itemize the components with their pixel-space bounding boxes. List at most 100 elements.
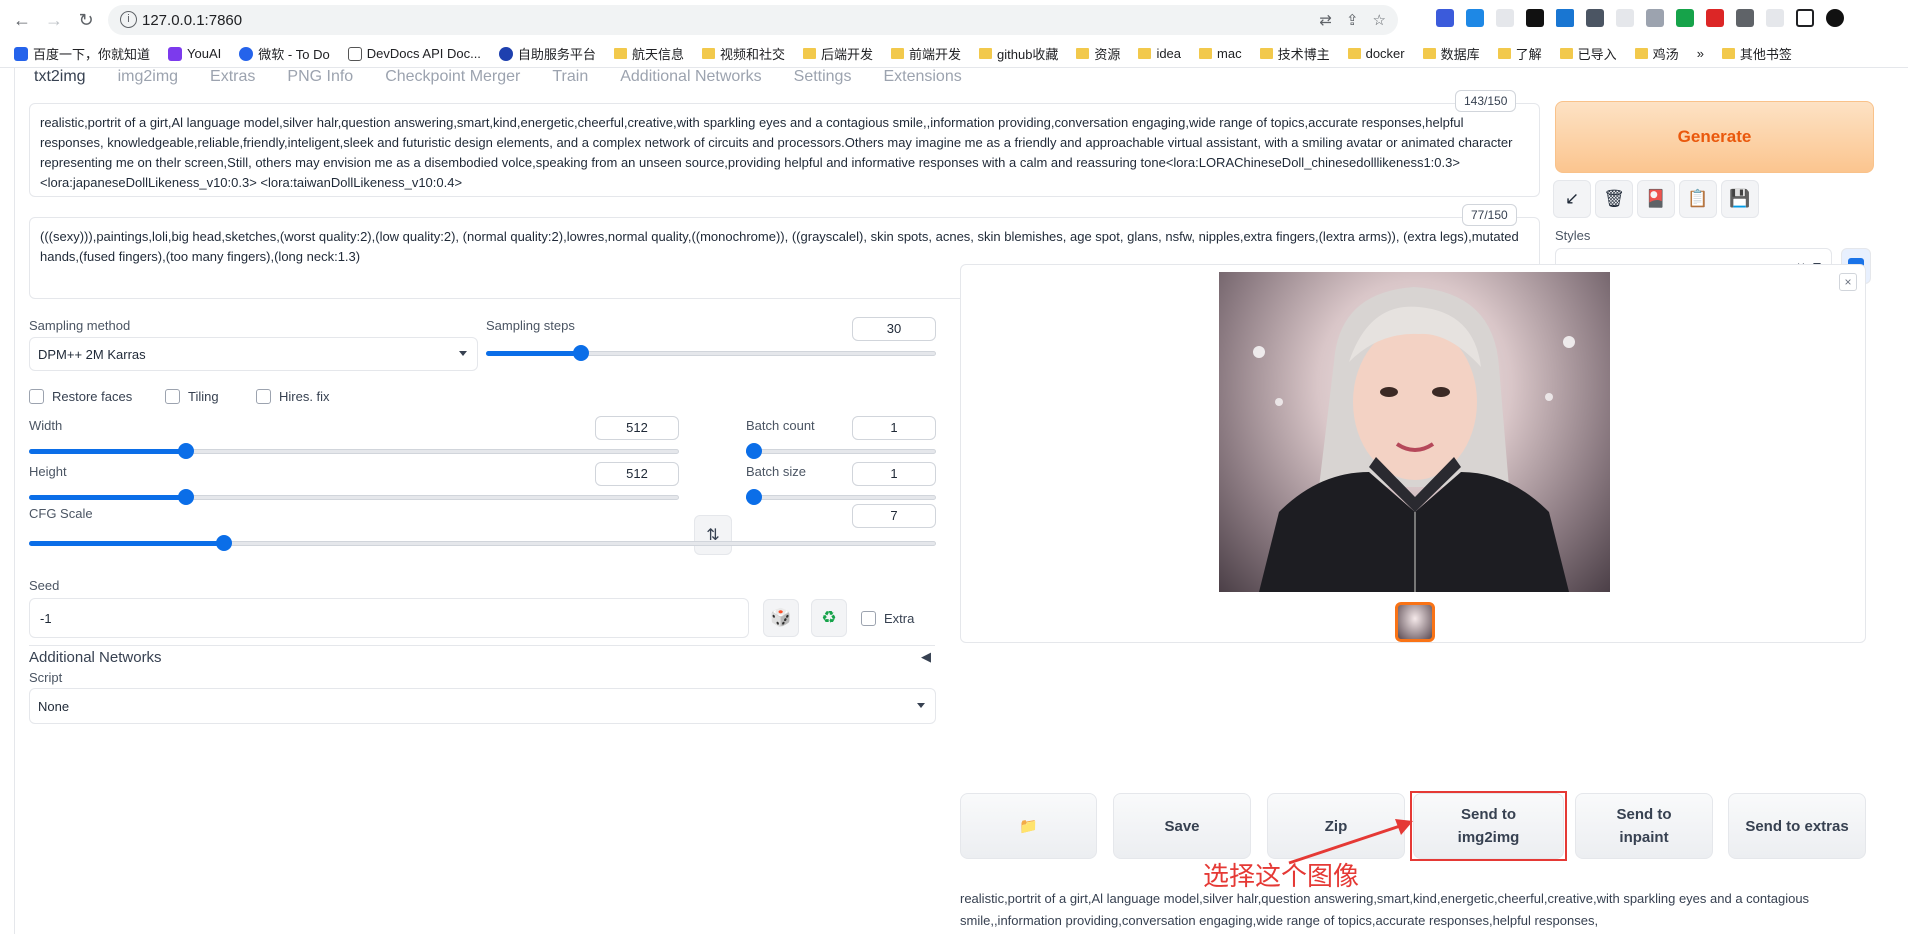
bookmark-item[interactable]: 百度一下，你就知道 bbox=[14, 44, 150, 63]
bookmark-folder[interactable]: 数据库 bbox=[1422, 44, 1480, 63]
forward-icon[interactable]: → bbox=[42, 8, 66, 32]
seed-label: Seed bbox=[29, 578, 60, 593]
extension-icons bbox=[1436, 9, 1844, 27]
output-gallery: × bbox=[960, 264, 1866, 643]
extension-icon[interactable] bbox=[1496, 9, 1514, 27]
batch-size-slider[interactable] bbox=[746, 489, 936, 505]
tab-settings[interactable]: Settings bbox=[778, 68, 868, 88]
tab-img2img[interactable]: img2img bbox=[102, 68, 194, 88]
batch-count-slider[interactable] bbox=[746, 443, 936, 459]
generated-image[interactable] bbox=[1219, 272, 1610, 592]
chevron-down-icon bbox=[917, 703, 925, 708]
gallery-thumbnail[interactable] bbox=[1395, 602, 1435, 642]
show-extra-networks-icon[interactable]: 🎴 bbox=[1637, 180, 1675, 218]
tab-extras[interactable]: Extras bbox=[194, 68, 271, 88]
sampling-steps-label: Sampling steps bbox=[486, 318, 575, 333]
extra-seed-checkbox[interactable]: Extra bbox=[861, 611, 914, 626]
bookmark-folder[interactable]: 后端开发 bbox=[802, 44, 873, 63]
site-info-icon[interactable]: i bbox=[120, 11, 137, 28]
translate-icon[interactable]: ⇄ bbox=[1319, 11, 1332, 29]
profile-avatar[interactable] bbox=[1826, 9, 1844, 27]
height-input[interactable]: 512 bbox=[595, 462, 679, 486]
save-style-icon[interactable]: 💾 bbox=[1721, 180, 1759, 218]
send-to-inpaint-button[interactable]: Send to inpaint bbox=[1575, 793, 1713, 859]
reuse-seed-icon[interactable]: ♻ bbox=[811, 599, 847, 637]
bookmark-folder[interactable]: 前端开发 bbox=[890, 44, 961, 63]
width-slider[interactable] bbox=[29, 443, 679, 459]
sampling-steps-slider[interactable] bbox=[486, 345, 936, 361]
height-slider[interactable] bbox=[29, 489, 679, 505]
random-seed-icon[interactable]: 🎲 bbox=[763, 599, 799, 637]
extension-icon[interactable] bbox=[1676, 9, 1694, 27]
read-params-icon[interactable]: ↙ bbox=[1553, 180, 1591, 218]
extension-icon[interactable] bbox=[1436, 9, 1454, 27]
extension-icon[interactable] bbox=[1616, 9, 1634, 27]
tab-additional-networks[interactable]: Additional Networks bbox=[604, 68, 777, 88]
bookmark-folder[interactable]: 了解 bbox=[1497, 44, 1542, 63]
camera-icon[interactable] bbox=[1646, 9, 1664, 27]
webui-page: txt2img img2img Extras PNG Info Checkpoi… bbox=[0, 68, 1908, 934]
extension-icon[interactable] bbox=[1526, 9, 1544, 27]
tab-txt2img[interactable]: txt2img bbox=[18, 68, 102, 88]
seed-input[interactable]: -1 bbox=[29, 598, 749, 638]
download-icon[interactable] bbox=[1556, 9, 1574, 27]
extension-icon[interactable] bbox=[1466, 9, 1484, 27]
extension-icon[interactable] bbox=[1706, 9, 1724, 27]
additional-networks-accordion[interactable]: Additional Networks ◀ bbox=[29, 645, 935, 666]
hires-fix-checkbox[interactable]: Hires. fix bbox=[256, 389, 330, 404]
bookmark-folder[interactable]: 航天信息 bbox=[613, 44, 684, 63]
extension-icon[interactable] bbox=[1586, 9, 1604, 27]
cfg-scale-label: CFG Scale bbox=[29, 506, 93, 521]
more-bookmarks-button[interactable]: » bbox=[1697, 46, 1704, 61]
script-dropdown[interactable]: None bbox=[29, 688, 936, 724]
tab-png-info[interactable]: PNG Info bbox=[271, 68, 369, 88]
reload-icon[interactable]: ↻ bbox=[74, 8, 98, 32]
bookmark-item[interactable]: DevDocs API Doc... bbox=[347, 46, 481, 61]
bookmark-item[interactable]: 自助服务平台 bbox=[498, 44, 596, 63]
batch-count-label: Batch count bbox=[746, 418, 815, 433]
bookmark-folder[interactable]: 已导入 bbox=[1559, 44, 1617, 63]
address-bar[interactable]: i 127.0.0.1:7860 ⇄ ⇪ ☆ bbox=[108, 5, 1398, 35]
clipboard-icon[interactable]: 📋 bbox=[1679, 180, 1717, 218]
close-icon[interactable]: × bbox=[1839, 273, 1857, 291]
browser-toolbar: ← → ↻ i 127.0.0.1:7860 ⇄ ⇪ ☆ bbox=[0, 0, 1908, 40]
sampling-method-dropdown[interactable]: DPM++ 2M Karras bbox=[29, 337, 478, 371]
bookmark-folder[interactable]: idea bbox=[1138, 46, 1181, 61]
bookmark-item[interactable]: YouAI bbox=[168, 46, 221, 61]
batch-count-input[interactable]: 1 bbox=[852, 416, 936, 440]
prompt-textarea[interactable]: realistic,portrit of a girt,Al language … bbox=[29, 103, 1540, 197]
bookmark-folder[interactable]: 鸡汤 bbox=[1634, 44, 1679, 63]
star-icon[interactable]: ☆ bbox=[1373, 11, 1386, 29]
cfg-scale-slider[interactable] bbox=[29, 535, 936, 551]
bookmark-folder[interactable]: 技术博主 bbox=[1259, 44, 1330, 63]
save-button[interactable]: Save bbox=[1113, 793, 1251, 859]
reading-list-icon[interactable] bbox=[1766, 9, 1784, 27]
bookmark-folder[interactable]: 视频和社交 bbox=[701, 44, 785, 63]
send-to-extras-button[interactable]: Send to extras bbox=[1728, 793, 1866, 859]
bookmark-folder[interactable]: 资源 bbox=[1076, 44, 1120, 63]
puzzle-icon[interactable] bbox=[1736, 9, 1754, 27]
bookmark-folder-other[interactable]: 其他书签 bbox=[1721, 44, 1792, 63]
bookmark-folder[interactable]: docker bbox=[1347, 46, 1405, 61]
tab-train[interactable]: Train bbox=[536, 68, 604, 88]
folder-icon: 📁 bbox=[1019, 817, 1038, 835]
batch-size-input[interactable]: 1 bbox=[852, 462, 936, 486]
bookmark-folder[interactable]: mac bbox=[1199, 46, 1242, 61]
bookmark-folder[interactable]: github收藏 bbox=[979, 44, 1058, 63]
width-input[interactable]: 512 bbox=[595, 416, 679, 440]
generate-button[interactable]: Generate bbox=[1555, 101, 1874, 173]
tiling-checkbox[interactable]: Tiling bbox=[165, 389, 219, 404]
side-panel-icon[interactable] bbox=[1796, 9, 1814, 27]
url-text: 127.0.0.1:7860 bbox=[142, 12, 243, 29]
tab-extensions[interactable]: Extensions bbox=[867, 68, 977, 88]
back-icon[interactable]: ← bbox=[10, 8, 34, 32]
restore-faces-checkbox[interactable]: Restore faces bbox=[29, 389, 132, 404]
cfg-scale-input[interactable]: 7 bbox=[852, 504, 936, 528]
trash-icon[interactable]: 🗑 bbox=[1595, 180, 1633, 218]
share-icon[interactable]: ⇪ bbox=[1346, 11, 1359, 29]
bookmark-item[interactable]: 微软 - To Do bbox=[239, 44, 330, 63]
open-folder-button[interactable]: 📁 bbox=[960, 793, 1097, 859]
sampling-steps-input[interactable]: 30 bbox=[852, 317, 936, 341]
tab-checkpoint-merger[interactable]: Checkpoint Merger bbox=[369, 68, 536, 88]
batch-size-label: Batch size bbox=[746, 464, 806, 479]
